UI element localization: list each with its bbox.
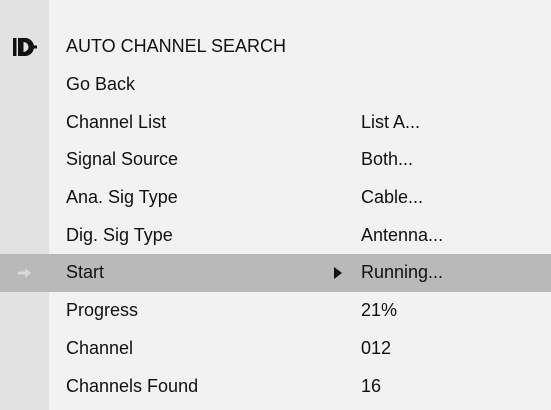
ana-sig-type-value: Cable...: [361, 187, 424, 208]
signal-source-label: Signal Source: [66, 149, 179, 170]
dig-sig-type-label: Dig. Sig Type: [66, 224, 173, 245]
menu-item-channel: Channel 012: [0, 330, 551, 368]
antenna-plug-icon: [0, 28, 49, 66]
menu-item-signal-source[interactable]: Signal Source Both...: [0, 141, 551, 179]
auto-channel-search-screen: AUTO CHANNEL SEARCH Go Back Channel List…: [0, 0, 551, 410]
go-back-label: Go Back: [66, 74, 136, 95]
menu-item-go-back[interactable]: Go Back: [0, 66, 551, 104]
menu-item-dig-sig-type[interactable]: Dig. Sig Type Antenna...: [0, 216, 551, 254]
channel-label: Channel: [66, 337, 134, 358]
channels-found-value: 16: [361, 375, 382, 396]
channel-list-value: List A...: [361, 111, 421, 132]
menu-item-channels-found: Channels Found 16: [0, 367, 551, 405]
ana-sig-type-label: Ana. Sig Type: [66, 187, 178, 208]
menu-title: AUTO CHANNEL SEARCH: [66, 36, 287, 57]
start-label: Start: [66, 262, 105, 283]
channel-list-label: Channel List: [66, 111, 167, 132]
right-arrow-icon: [0, 254, 49, 292]
menu-item-start[interactable]: Start Running...: [0, 254, 551, 292]
menu-item-progress: Progress 21%: [0, 292, 551, 330]
signal-source-value: Both...: [361, 149, 414, 170]
start-value: Running...: [361, 262, 444, 283]
progress-value: 21%: [361, 300, 398, 321]
auto-channel-search-menu: AUTO CHANNEL SEARCH Go Back Channel List…: [0, 28, 551, 405]
channels-found-label: Channels Found: [66, 375, 199, 396]
menu-item-ana-sig-type[interactable]: Ana. Sig Type Cable...: [0, 179, 551, 217]
menu-title-row: AUTO CHANNEL SEARCH: [0, 28, 551, 66]
channel-value: 012: [361, 337, 392, 358]
dig-sig-type-value: Antenna...: [361, 224, 444, 245]
triangle-right-icon: [334, 266, 342, 279]
menu-item-channel-list[interactable]: Channel List List A...: [0, 103, 551, 141]
progress-label: Progress: [66, 300, 139, 321]
